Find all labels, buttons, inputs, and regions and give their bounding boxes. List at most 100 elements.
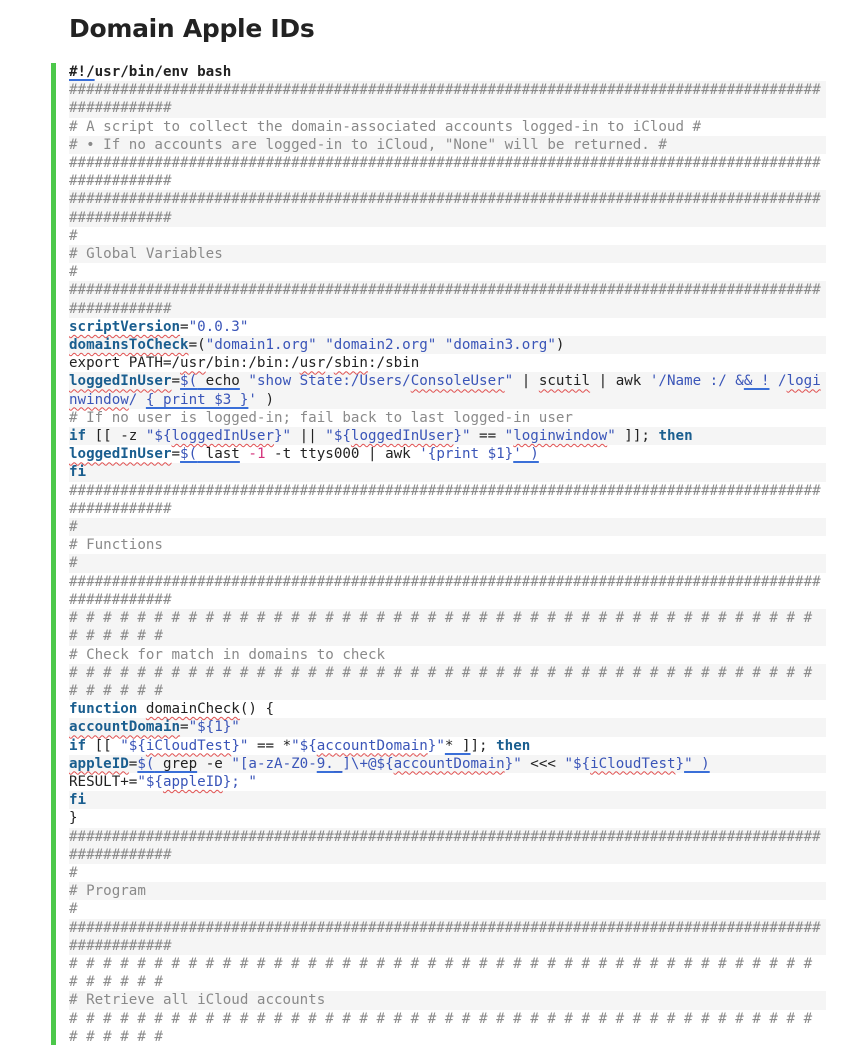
code-token: = bbox=[180, 719, 189, 736]
code-line: } bbox=[69, 809, 826, 827]
code-token: }" bbox=[453, 428, 471, 445]
code-token: ########################################… bbox=[69, 482, 821, 517]
code-token: #!/ bbox=[69, 64, 95, 80]
code-token: "${ bbox=[137, 773, 163, 790]
code-line: ########################################… bbox=[69, 154, 826, 190]
code-token: -e bbox=[197, 755, 232, 772]
code-line: # bbox=[69, 518, 826, 537]
code-token: function bbox=[69, 701, 138, 718]
code-token: ]; bbox=[470, 737, 497, 754]
code-token: # bbox=[69, 555, 78, 572]
code-token: ' ) bbox=[513, 446, 539, 463]
code-line: # Global Variables bbox=[69, 245, 826, 264]
code-token: accountDomain bbox=[316, 737, 428, 754]
page-title: Domain Apple IDs bbox=[69, 14, 315, 43]
code-line: loggedInUser=$( echo "show State:/Users/… bbox=[69, 372, 826, 409]
code-token: fi bbox=[69, 464, 87, 481]
code-token: ]]; bbox=[615, 428, 659, 445]
code-token: ]\+@${ bbox=[342, 755, 394, 772]
code-token: /bin:/bin:/ bbox=[205, 355, 300, 372]
code-line: ########################################… bbox=[69, 573, 826, 609]
code-token: }" bbox=[504, 755, 522, 772]
code-token: # Functions bbox=[69, 537, 163, 554]
code-token: loggedInUser bbox=[350, 428, 454, 445]
code-token: fi bbox=[69, 792, 87, 809]
code-token: ########################################… bbox=[69, 828, 821, 863]
code-token: "${ bbox=[291, 737, 317, 754]
code-token: loginwindow bbox=[513, 428, 608, 445]
code-line: # bbox=[69, 900, 826, 918]
code-token: / bbox=[128, 391, 146, 408]
code-token: }" bbox=[427, 737, 445, 754]
code-token: # bbox=[69, 901, 78, 918]
code-token: usr bbox=[180, 355, 206, 372]
code-token: } bbox=[675, 755, 685, 772]
code-line: accountDomain="${1}" bbox=[69, 718, 826, 737]
code-token: # # # # # # # # # # # # # # # # # # # # … bbox=[69, 610, 821, 645]
code-line: ########################################… bbox=[69, 918, 826, 955]
code-token: -t ttys000 | awk bbox=[265, 446, 420, 463]
code-content[interactable]: #!/usr/bin/env bash #####################… bbox=[69, 63, 826, 1046]
code-token: <<< bbox=[521, 755, 565, 772]
code-token: / bbox=[778, 373, 787, 390]
code-token: " bbox=[607, 428, 616, 445]
code-token: = bbox=[180, 318, 189, 335]
code-token: = bbox=[171, 373, 181, 390]
code-token: -1 bbox=[248, 446, 266, 463]
code-token: if bbox=[69, 428, 87, 445]
code-line: # • If no accounts are logged-in to iClo… bbox=[69, 135, 826, 155]
code-token: ########################################… bbox=[69, 573, 821, 608]
code-token: sbin bbox=[333, 355, 368, 372]
code-token: == bbox=[470, 428, 505, 445]
code-token: then bbox=[658, 428, 693, 445]
code-token: ) bbox=[555, 337, 565, 354]
code-token: ########################################… bbox=[69, 191, 821, 226]
code-line: # Check for match in domains to check bbox=[69, 646, 826, 664]
code-token: # bbox=[69, 227, 78, 244]
code-token: appleID bbox=[69, 755, 129, 772]
code-token: "0.0.3" bbox=[188, 318, 249, 335]
code-token: / bbox=[325, 355, 334, 372]
code-token: loggedInUser bbox=[69, 446, 172, 463]
code-token: grep bbox=[154, 755, 198, 772]
code-line: ########################################… bbox=[69, 482, 826, 518]
code-token: iCloudTest bbox=[145, 737, 232, 754]
code-token: appleID bbox=[162, 773, 223, 790]
code-block[interactable]: #!/usr/bin/env bash #####################… bbox=[51, 63, 827, 1045]
code-token: last bbox=[197, 446, 240, 463]
code-token: scutil bbox=[538, 373, 591, 390]
code-token: 9._ bbox=[316, 755, 343, 772]
code-line: # If no user is logged-in; fail back to … bbox=[69, 409, 826, 427]
code-token: "${ bbox=[145, 428, 172, 445]
code-line: # # # # # # # # # # # # # # # # # # # # … bbox=[69, 609, 826, 646]
code-token: "${ bbox=[564, 755, 591, 772]
code-line: fi bbox=[69, 463, 826, 482]
code-line: # bbox=[69, 263, 826, 281]
code-token: $( bbox=[180, 373, 198, 390]
code-token: == * bbox=[248, 737, 292, 754]
code-token: # bbox=[69, 519, 78, 536]
code-token: ConsoleUser bbox=[410, 373, 505, 390]
code-line: RESULT+="${appleID}; " bbox=[69, 773, 826, 791]
code-token: [[ bbox=[86, 737, 121, 754]
code-line: domainsToCheck=("domain1.org" "domain2.o… bbox=[69, 336, 826, 355]
code-token: # • If no accounts are logged-in to iClo… bbox=[69, 136, 667, 153]
code-token: | bbox=[513, 373, 539, 390]
code-token: "[a-zA-Z0- bbox=[231, 755, 317, 772]
code-token: loggedInUser bbox=[69, 373, 172, 390]
code-line: # Program bbox=[69, 882, 826, 901]
code-token: "${1}" bbox=[188, 719, 240, 736]
code-line: export PATH=/usr/bin:/bin:/usr/sbin:/sbi… bbox=[69, 354, 826, 372]
code-token: || bbox=[291, 428, 326, 445]
code-token: domainsToCheck bbox=[69, 337, 189, 354]
code-token: export PATH=/ bbox=[69, 355, 181, 372]
code-line: # bbox=[69, 864, 826, 882]
code-token: | awk bbox=[590, 373, 650, 390]
code-line: # # # # # # # # # # # # # # # # # # # # … bbox=[69, 1010, 826, 1046]
code-token: ' bbox=[248, 391, 257, 408]
code-token: [[ -z bbox=[86, 428, 146, 445]
code-token: =( bbox=[188, 337, 206, 354]
code-token: = bbox=[171, 446, 181, 463]
code-line: if [[ -z "${loggedInUser}" || "${loggedI… bbox=[69, 427, 826, 446]
code-line: # # # # # # # # # # # # # # # # # # # # … bbox=[69, 663, 826, 701]
